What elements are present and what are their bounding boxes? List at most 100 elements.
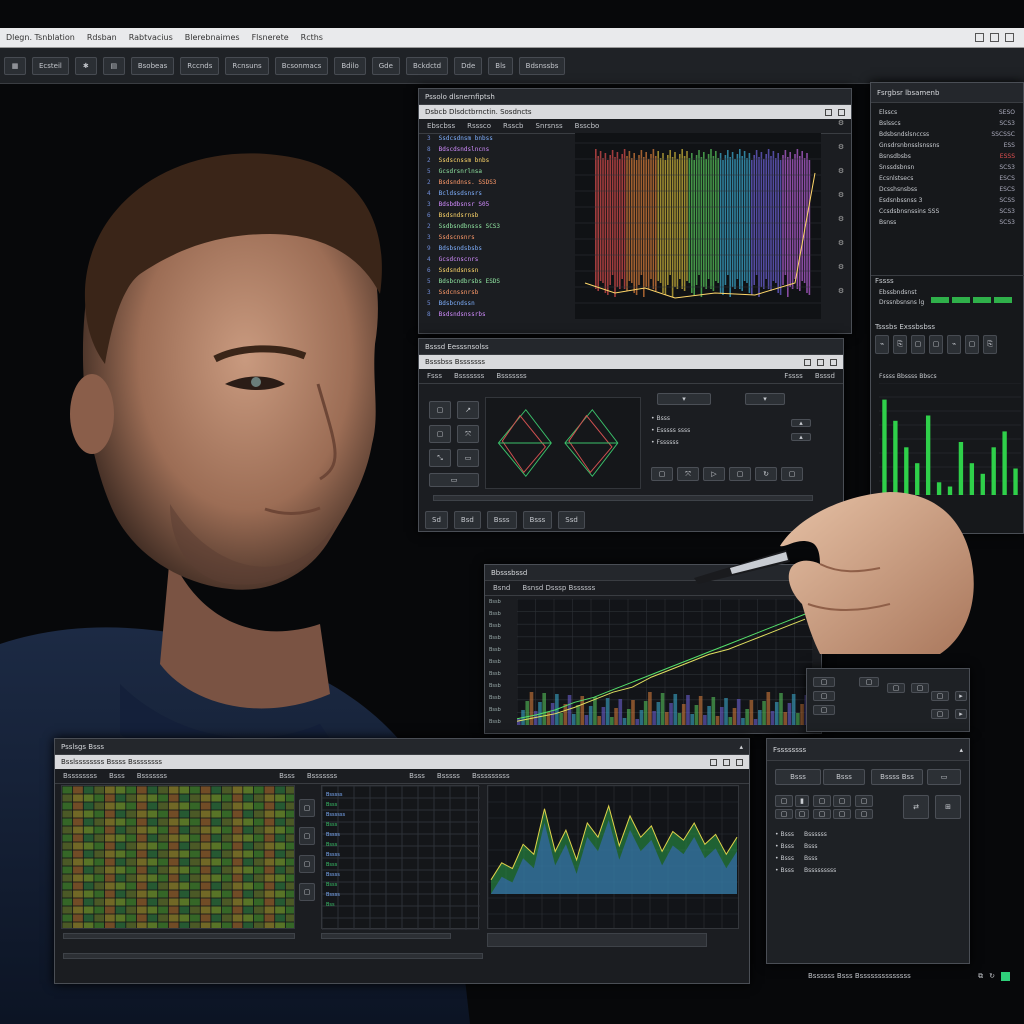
tool-button[interactable]: ⤧ — [457, 425, 479, 443]
list-item[interactable]: Bsss — [326, 880, 345, 890]
dropdown[interactable]: ▾ — [657, 393, 711, 405]
property-row[interactable]: Bslsscs SCS3 — [871, 118, 1023, 129]
mini-button[interactable]: ▢ — [931, 691, 949, 701]
menu-item[interactable]: Flsnerete — [252, 33, 289, 42]
horizontal-scrollbar[interactable] — [63, 933, 295, 939]
close-icon[interactable] — [838, 108, 845, 116]
mini-button[interactable]: ▢ — [859, 677, 879, 687]
mini-button[interactable]: ▢ — [813, 677, 835, 687]
mini-button[interactable]: ▢ — [931, 709, 949, 719]
tab-item[interactable]: Bsss — [109, 772, 125, 780]
close-icon[interactable] — [1005, 33, 1014, 42]
knob-button[interactable]: ▢ — [855, 809, 873, 819]
tool-button[interactable]: ↗ — [457, 401, 479, 419]
control-list-item[interactable]: • Bsss Bsssssssss — [775, 865, 836, 877]
knob-button[interactable]: ▢ — [833, 809, 851, 819]
tab-item[interactable]: Ebscbss — [427, 122, 455, 130]
settings-icon[interactable]: ⚙ — [838, 119, 844, 127]
knob-button[interactable]: ▮ — [795, 795, 809, 807]
status-indicator-icon[interactable] — [1001, 971, 1010, 981]
tab-item[interactable]: Fsss — [427, 372, 442, 380]
settings-icon[interactable]: ⚙ — [838, 239, 844, 247]
mini-button[interactable]: ▢ — [813, 705, 835, 715]
maximize-icon[interactable] — [990, 33, 999, 42]
menu-item[interactable]: Rcths — [301, 33, 323, 42]
knob-button[interactable]: ▢ — [775, 809, 793, 819]
toolbar-button[interactable]: Rccnds — [180, 56, 220, 75]
list-item[interactable]: Bssss — [326, 870, 345, 880]
toolbar-button[interactable]: Bsobeas — [130, 56, 175, 75]
property-row[interactable]: Bsnsdbsbs ESSS — [871, 151, 1023, 162]
code-line[interactable]: 9 Bdsbsndsbsbs — [427, 243, 577, 254]
property-row[interactable]: Bsnss SCS3 — [871, 217, 1023, 228]
toolbar-button[interactable]: Bckdctd — [405, 56, 449, 75]
tool-button[interactable]: ▢ — [651, 467, 673, 481]
property-row[interactable]: Ecsnlstsecs ESCS — [871, 173, 1023, 184]
tool-icon[interactable]: ▢ — [299, 827, 315, 845]
code-line[interactable]: 3 Ssdcnssnrsb — [427, 287, 577, 298]
list-item[interactable]: Bssss — [326, 830, 345, 840]
tool-icon[interactable]: ▢ — [299, 855, 315, 873]
action-button[interactable]: Bsd — [453, 511, 481, 529]
list-item[interactable]: Bsssss — [326, 790, 345, 800]
tab-item[interactable]: Bsnsd Dsssp Bssssss — [522, 584, 595, 592]
property-row[interactable]: Gnsdrsnbnsslsnssns ESS — [871, 140, 1023, 151]
menu-item[interactable]: Rabtvacius — [129, 33, 173, 42]
control-button[interactable]: Bssss Bss — [871, 769, 923, 785]
settings-icon[interactable]: ⚙ — [838, 167, 844, 175]
list-item[interactable]: Bsss — [326, 860, 345, 870]
code-line[interactable]: 8 Bsdsndsnssrbs — [427, 309, 577, 320]
tab-item[interactable]: Bssssssss — [63, 772, 97, 780]
toolbar-button[interactable]: Gde — [371, 56, 400, 75]
tab-item[interactable]: Bsssssss — [137, 772, 167, 780]
list-item[interactable]: Bssss — [326, 890, 345, 900]
menu-item[interactable]: Blerebnaimes — [185, 33, 240, 42]
toolbar-button[interactable]: Bdsnssbs — [518, 56, 566, 75]
collapse-icon[interactable]: ▴ — [959, 746, 969, 754]
stepper[interactable]: ▴ — [791, 433, 811, 441]
code-line[interactable]: 2 Ssdbsndbnsss SCS3 — [427, 221, 577, 232]
tab-item[interactable]: Bsssssss — [454, 372, 484, 380]
code-line[interactable]: 3 Ssdcsdnsm bnbss — [427, 133, 577, 144]
code-line[interactable]: 8 Bdscdsndslncns — [427, 144, 577, 155]
tab-item[interactable]: Bsssssss — [496, 372, 526, 380]
tool-button[interactable]: ▢ — [429, 425, 451, 443]
close-icon[interactable] — [830, 358, 837, 366]
star-icon[interactable]: ✱ — [74, 56, 97, 75]
property-row[interactable]: Ccsdsbnsnssins SSS SCS3 — [871, 206, 1023, 217]
code-line[interactable]: 2 Ssdscnssm bnbs — [427, 155, 577, 166]
tab-item[interactable]: Bsssd — [815, 372, 835, 380]
knob-button[interactable]: ▢ — [855, 795, 873, 807]
mini-button[interactable]: ▸ — [955, 709, 967, 719]
code-line[interactable]: 6 Ssdsndsnssn — [427, 265, 577, 276]
tool-button[interactable]: ▢ — [729, 467, 751, 481]
code-line[interactable]: 3 Bdsbdbsnsr S05 — [427, 199, 577, 210]
tool-icon[interactable]: ▢ — [299, 883, 315, 901]
tool-icon[interactable]: ⎘ — [893, 335, 907, 354]
node-graph-canvas[interactable] — [485, 397, 641, 489]
control-button[interactable]: Bsss — [823, 769, 865, 785]
tab-item[interactable]: Bsnd — [493, 584, 510, 592]
action-button[interactable]: Ssd — [558, 511, 585, 529]
list-item[interactable]: Bssss — [326, 850, 345, 860]
property-row[interactable]: Bdsbsndslsnccss SSCSSC — [871, 129, 1023, 140]
tool-button[interactable]: ▭ — [457, 449, 479, 467]
maximize-icon[interactable] — [817, 358, 824, 366]
code-line[interactable]: 3 Ssdscnsnrs — [427, 232, 577, 243]
tool-icon[interactable]: ▢ — [965, 335, 979, 354]
layout-icon[interactable]: ▤ — [102, 56, 125, 75]
settings-icon[interactable]: ⚙ — [838, 191, 844, 199]
tool-icon[interactable]: ⎘ — [983, 335, 997, 354]
collapse-icon[interactable]: ▴ — [739, 743, 749, 751]
tool-icon[interactable]: ▢ — [929, 335, 943, 354]
control-button[interactable]: ▭ — [927, 769, 961, 785]
minimize-icon[interactable] — [975, 33, 984, 42]
large-toggle[interactable]: ⇄ — [903, 795, 929, 819]
tab-item[interactable]: Fssss — [784, 372, 803, 380]
code-line[interactable]: 5 Bdsbcndbrsbs ESDS — [427, 276, 577, 287]
code-line[interactable]: 5 Gcsdrsnrlnsa — [427, 166, 577, 177]
tool-icon[interactable]: ▢ — [911, 335, 925, 354]
knob-button[interactable]: ▢ — [813, 809, 831, 819]
tool-icon[interactable]: ⌁ — [947, 335, 961, 354]
settings-icon[interactable]: ⚙ — [838, 215, 844, 223]
